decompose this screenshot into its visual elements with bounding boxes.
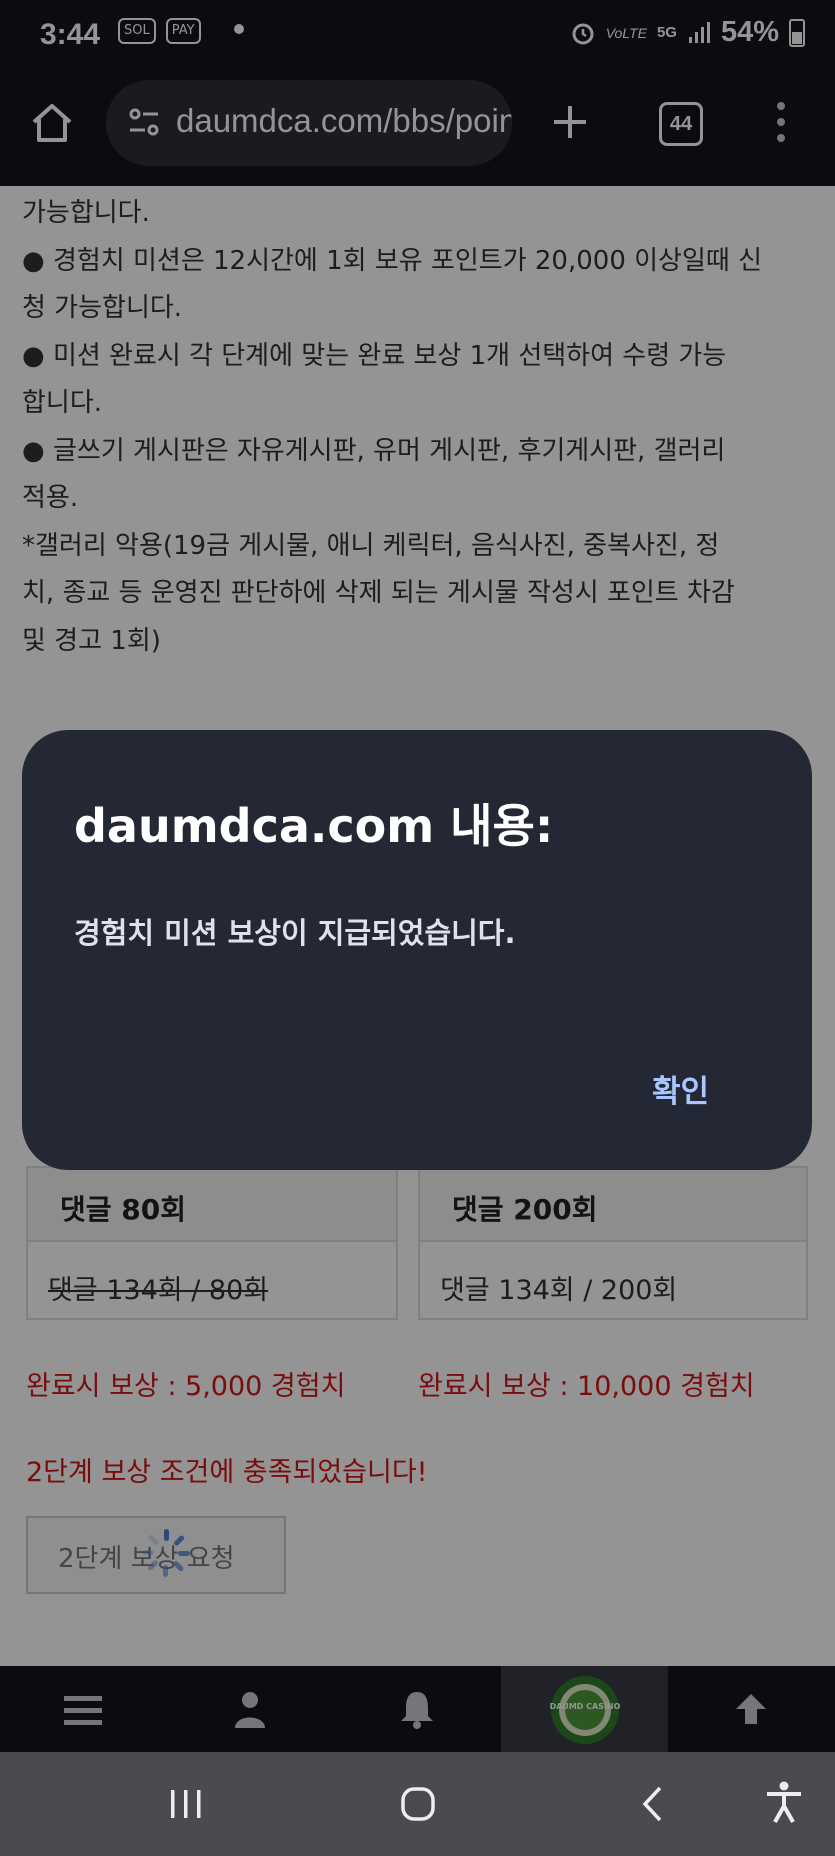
dialog-ok-button[interactable]: 확인 — [652, 1066, 709, 1111]
system-nav-bar — [0, 1752, 835, 1856]
back-icon[interactable] — [640, 1784, 664, 1824]
dialog-message: 경험치 미션 보상이 지급되었습니다. — [74, 916, 516, 950]
recent-apps-icon[interactable] — [168, 1788, 204, 1820]
home-nav-icon[interactable] — [400, 1786, 436, 1822]
alert-dialog: daumdca.com 내용: 경험치 미션 보상이 지급되었습니다. 확인 — [22, 730, 812, 1170]
accessibility-icon[interactable] — [764, 1780, 804, 1824]
dialog-title: daumdca.com 내용: — [74, 799, 554, 853]
